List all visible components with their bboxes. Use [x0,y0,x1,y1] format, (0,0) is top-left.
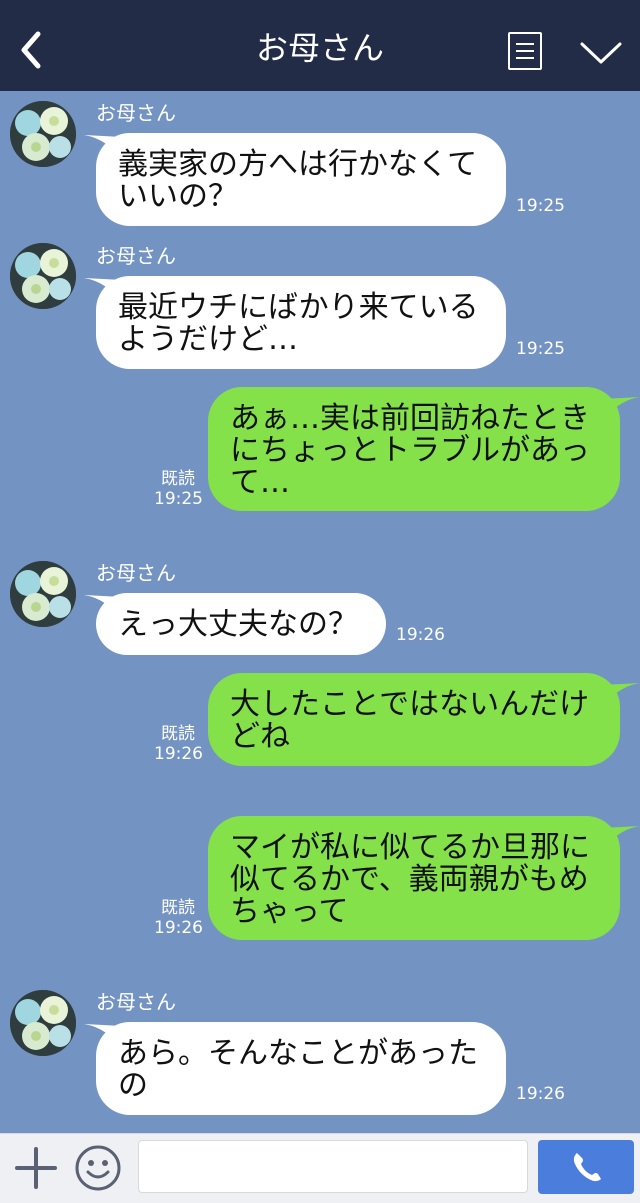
message-time: 19:25 [516,339,565,359]
message-time: 19:26 [516,1084,565,1104]
chevron-down-icon[interactable] [578,36,624,68]
message-line: の [118,1068,148,1103]
message-line: 大したことではないんだけ [230,687,590,722]
message-bubble[interactable]: 大したことではないんだけ どね [208,673,620,766]
message-line: にちょっとトラブルがあっ [230,433,590,468]
chat-header: お母さん [0,0,640,91]
message-line: ちゃって [230,894,349,929]
input-bar [0,1133,640,1203]
smiley-icon[interactable] [74,1144,122,1192]
message-bubble[interactable]: 義実家の方へは行かなくて いいの？ [96,133,506,226]
message-line: いいの？ [118,179,238,214]
sender-name: お母さん [96,244,176,268]
bubble-tail [602,683,640,709]
message-bubble[interactable]: あら。そんなことがあった の [96,1022,506,1115]
avatar[interactable] [10,990,76,1056]
message-line: あら。そんなことがあった [118,1036,478,1071]
message-line: 義実家の方へは行かなくて [118,147,478,182]
phone-icon [573,1153,601,1182]
read-receipt: 既読 [161,898,195,918]
message-time: 19:25 [516,196,565,216]
message-list[interactable]: お母さん 義実家の方へは行かなくて いいの？ 19:25 お母さん 最近ウチにば… [0,91,640,1133]
avatar[interactable] [10,561,76,627]
plus-icon[interactable] [14,1146,58,1190]
message-line: マイが私に似てるか旦那に [230,830,590,865]
message-bubble[interactable]: あぁ…実は前回訪ねたとき にちょっとトラブルがあっ て… [208,387,620,511]
message-bubble[interactable]: マイが私に似てるか旦那に 似てるかで、義両親がもめ ちゃって [208,816,620,940]
message-line: ようだけど… [118,322,298,357]
message-line: えっ大丈夫なの？ [118,607,358,642]
message-input[interactable] [138,1140,528,1193]
message-line: 似てるかで、義両親がもめ [230,862,589,897]
message-line: あぁ…実は前回訪ねたとき [230,401,590,436]
message-line: て… [230,465,290,500]
read-receipt: 既読 [161,724,195,744]
avatar[interactable] [10,101,76,167]
message-bubble[interactable]: 最近ウチにばかり来ている ようだけど… [96,276,506,369]
avatar[interactable] [10,243,76,309]
message-time: 19:26 [154,744,203,764]
message-time: 19:25 [154,489,203,509]
sender-name: お母さん [96,101,176,125]
message-bubble[interactable]: えっ大丈夫なの？ [96,593,386,655]
bubble-tail [602,826,640,852]
message-time: 19:26 [154,918,203,938]
message-line: 最近ウチにばかり来ている [118,290,479,325]
message-time: 19:26 [396,625,445,645]
chat-title: お母さん [255,29,384,67]
bubble-tail [602,397,640,423]
message-line: どね [230,719,290,754]
read-receipt: 既読 [161,469,195,489]
menu-icon[interactable] [508,32,542,70]
sender-name: お母さん [96,561,176,585]
call-button[interactable] [538,1140,634,1194]
sender-name: お母さん [96,990,176,1014]
